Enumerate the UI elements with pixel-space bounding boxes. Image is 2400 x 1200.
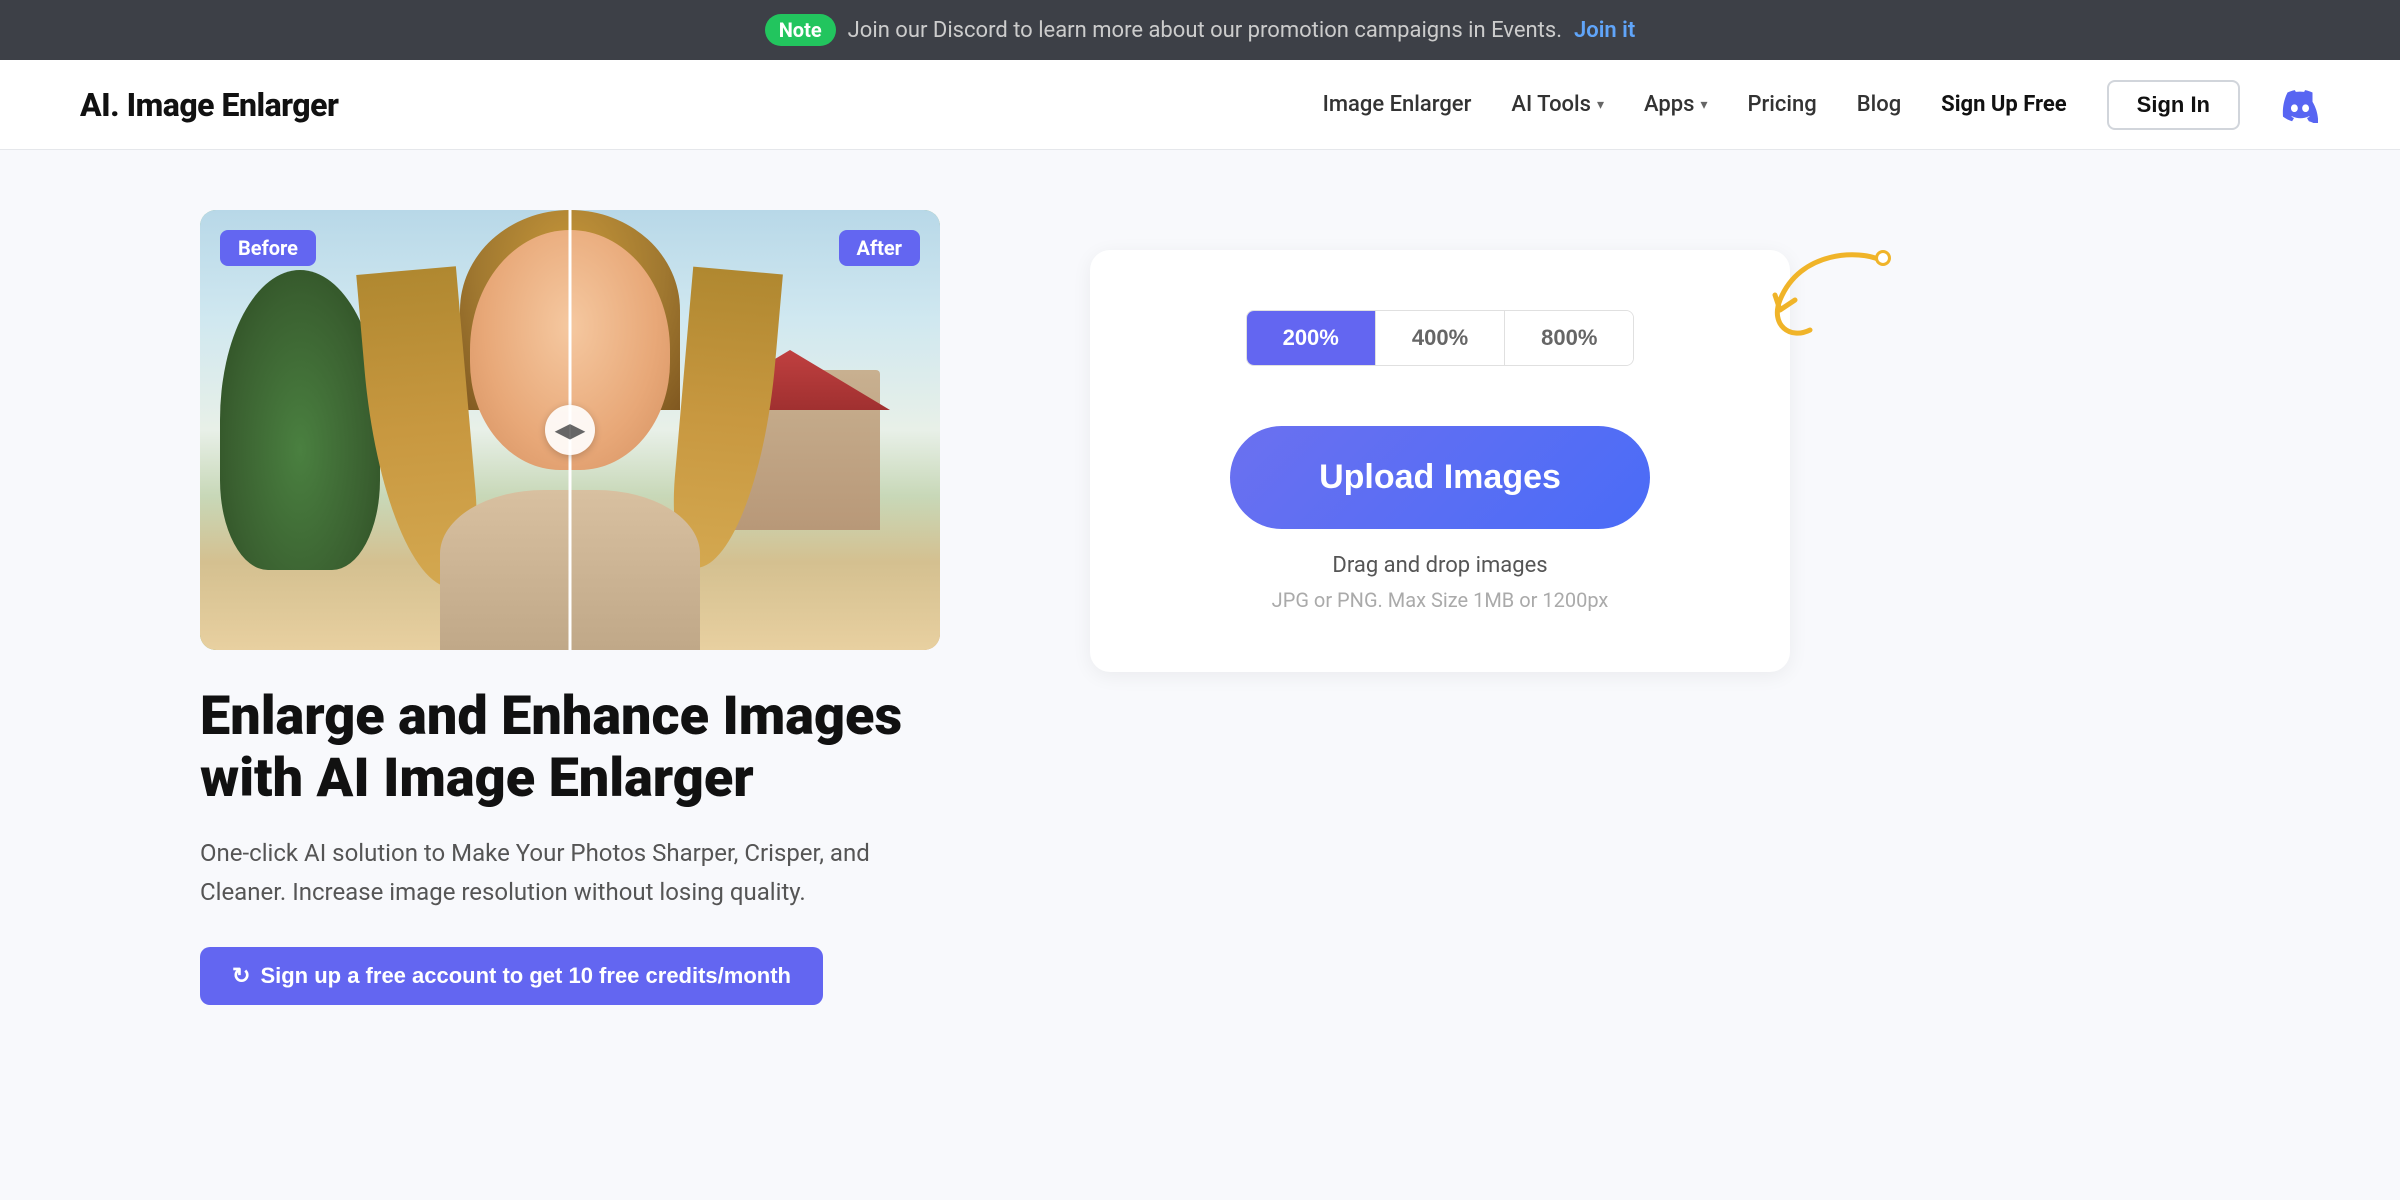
after-badge: After (839, 230, 921, 266)
join-link[interactable]: Join it (1574, 18, 1635, 43)
scale-800-button[interactable]: 800% (1505, 311, 1633, 365)
note-badge: Note (765, 14, 836, 46)
file-info-text: JPG or PNG. Max Size 1MB or 1200px (1272, 588, 1609, 612)
right-panel: 200% 400% 800% Upload Images Drag and dr… (1040, 210, 1840, 672)
nav-signup[interactable]: Sign Up Free (1941, 92, 2067, 117)
comparison-handle[interactable]: ◀▶ (545, 405, 595, 455)
free-signup-cta[interactable]: ↻ Sign up a free account to get 10 free … (200, 947, 823, 1005)
nav-links: Image Enlarger AI Tools ▾ Apps ▾ Pricing… (1323, 80, 2320, 130)
nav-image-enlarger[interactable]: Image Enlarger (1323, 92, 1472, 117)
top-banner: Note Join our Discord to learn more abou… (0, 0, 2400, 60)
scale-buttons: 200% 400% 800% (1246, 310, 1635, 366)
nav-blog[interactable]: Blog (1857, 92, 1901, 117)
signin-button[interactable]: Sign In (2107, 80, 2240, 130)
banner-message: Join our Discord to learn more about our… (848, 18, 1562, 43)
subheadline: One-click AI solution to Make Your Photo… (200, 834, 880, 911)
scale-400-button[interactable]: 400% (1376, 311, 1505, 365)
ai-tools-chevron-icon: ▾ (1597, 97, 1604, 113)
arrow-decoration (1740, 240, 1900, 360)
upload-images-button[interactable]: Upload Images (1230, 426, 1650, 529)
refresh-icon: ↻ (232, 963, 250, 989)
nav-apps[interactable]: Apps ▾ (1644, 92, 1707, 117)
nav-ai-tools[interactable]: AI Tools ▾ (1511, 92, 1604, 117)
photo-tree (220, 270, 380, 570)
drag-drop-text: Drag and drop images (1332, 553, 1547, 578)
before-badge: Before (220, 230, 316, 266)
scale-200-button[interactable]: 200% (1247, 311, 1376, 365)
headline: Enlarge and Enhance Images with AI Image… (200, 686, 960, 810)
discord-icon[interactable] (2280, 85, 2320, 125)
apps-chevron-icon: ▾ (1700, 97, 1707, 113)
upload-card: 200% 400% 800% Upload Images Drag and dr… (1090, 250, 1790, 672)
image-comparison: ◀▶ Before After (200, 210, 940, 650)
nav-pricing[interactable]: Pricing (1747, 92, 1816, 117)
navbar: AI. Image Enlarger Image Enlarger AI Too… (0, 60, 2400, 150)
main-content: ◀▶ Before After Enlarge and Enhance Imag… (0, 150, 2400, 1065)
left-panel: ◀▶ Before After Enlarge and Enhance Imag… (200, 210, 960, 1005)
logo[interactable]: AI. Image Enlarger (80, 86, 338, 124)
